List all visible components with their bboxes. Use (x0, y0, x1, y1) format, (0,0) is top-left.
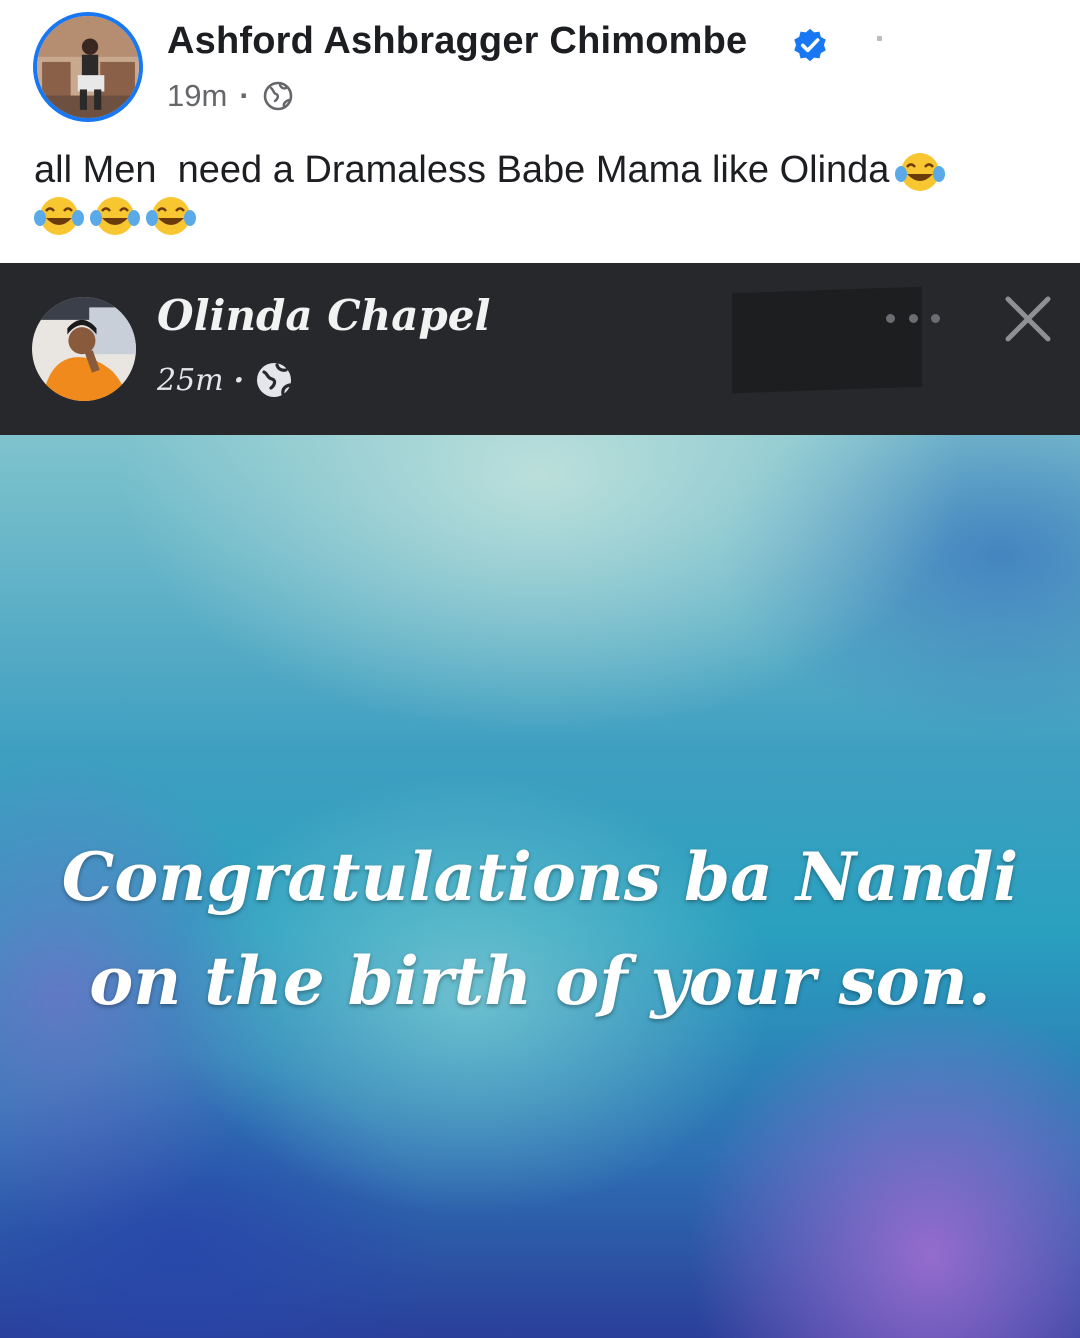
post-caption: all Men need a Dramaless Babe Mama like … (34, 143, 1044, 197)
shared-post-time[interactable]: 25m (157, 363, 224, 398)
post-time[interactable]: 19m (167, 78, 227, 114)
globe-icon[interactable] (262, 80, 294, 112)
verified-checkmark-icon (794, 28, 826, 62)
emoji-row (34, 192, 196, 238)
shared-avatar[interactable] (32, 297, 136, 401)
close-icon[interactable] (1000, 291, 1056, 347)
caption-text: all Men need a Dramaless Babe Mama like … (34, 149, 890, 191)
author-name[interactable]: Ashford Ashbragger Chimombe (167, 20, 747, 63)
screenshot: Ashford Ashbragger Chimombe 19m · all Me… (0, 0, 1080, 1338)
post-meta: 19m · (167, 76, 294, 116)
face-with-tears-of-joy-emoji (146, 192, 196, 238)
avatar[interactable] (33, 12, 143, 122)
face-with-tears-of-joy-emoji (90, 192, 140, 238)
globe-icon[interactable] (254, 360, 294, 400)
shared-author-name[interactable]: Olinda Chapel (157, 291, 490, 340)
face-with-tears-of-joy-emoji (895, 148, 946, 194)
decorative-mark (877, 36, 882, 41)
shared-avatar-photo (32, 297, 136, 401)
outer-post: Ashford Ashbragger Chimombe 19m · all Me… (0, 0, 1080, 262)
shared-post-meta: 25m · (157, 358, 294, 402)
separator: · (233, 362, 245, 398)
more-options-icon[interactable] (886, 308, 940, 328)
separator: · (239, 78, 250, 113)
redaction-bar (732, 286, 922, 394)
avatar-photo (37, 16, 139, 118)
face-with-tears-of-joy-emoji (34, 192, 84, 238)
text-post-card: Congratulations ba Nandi on the birth of… (0, 435, 1080, 1338)
card-message: Congratulations ba Nandi on the birth of… (61, 838, 1019, 1020)
